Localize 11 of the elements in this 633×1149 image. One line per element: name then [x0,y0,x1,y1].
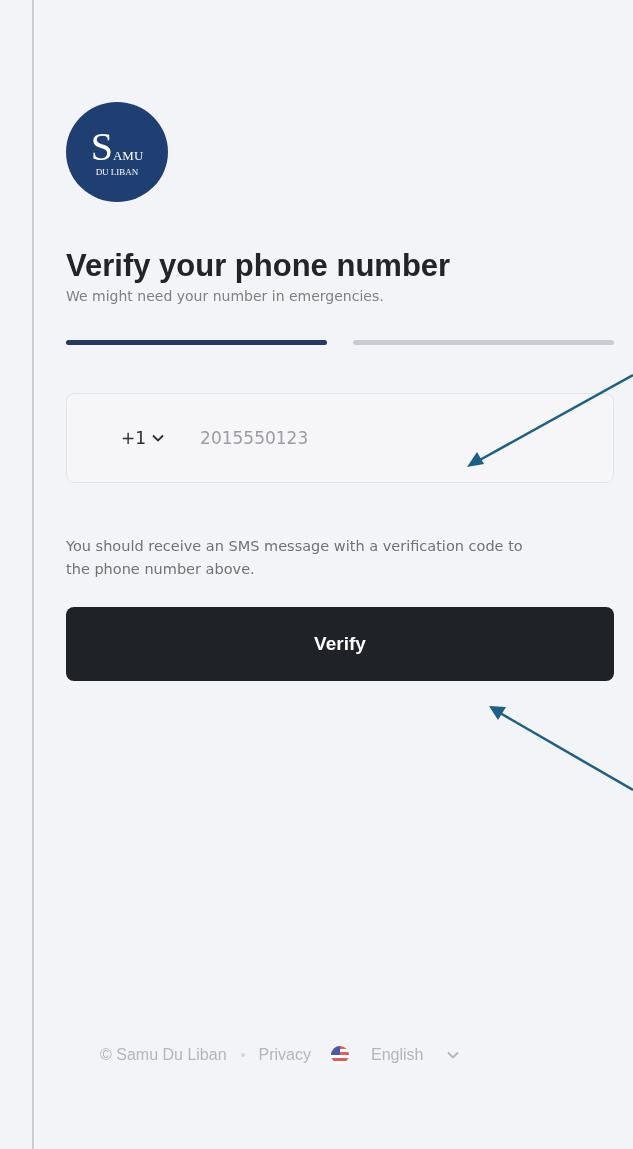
logo: SAMU DU LIBAN [66,102,168,202]
phone-number-field[interactable]: +1 2015550123 [66,393,614,483]
page-title: Verify your phone number [66,248,452,284]
chevron-down-icon [152,434,165,442]
copyright-text: © Samu Du Liban [100,1046,227,1064]
subtitle: We might need your number in emergencies. [66,288,385,304]
chevron-down-icon [447,1051,460,1059]
phone-number-input[interactable]: 2015550123 [198,427,613,449]
helper-text: You should receive an SMS message with a verification code to the phone number above. [66,537,524,579]
verify-button[interactable]: Verify [66,607,614,681]
country-code-dropdown[interactable]: +1 [121,428,165,448]
